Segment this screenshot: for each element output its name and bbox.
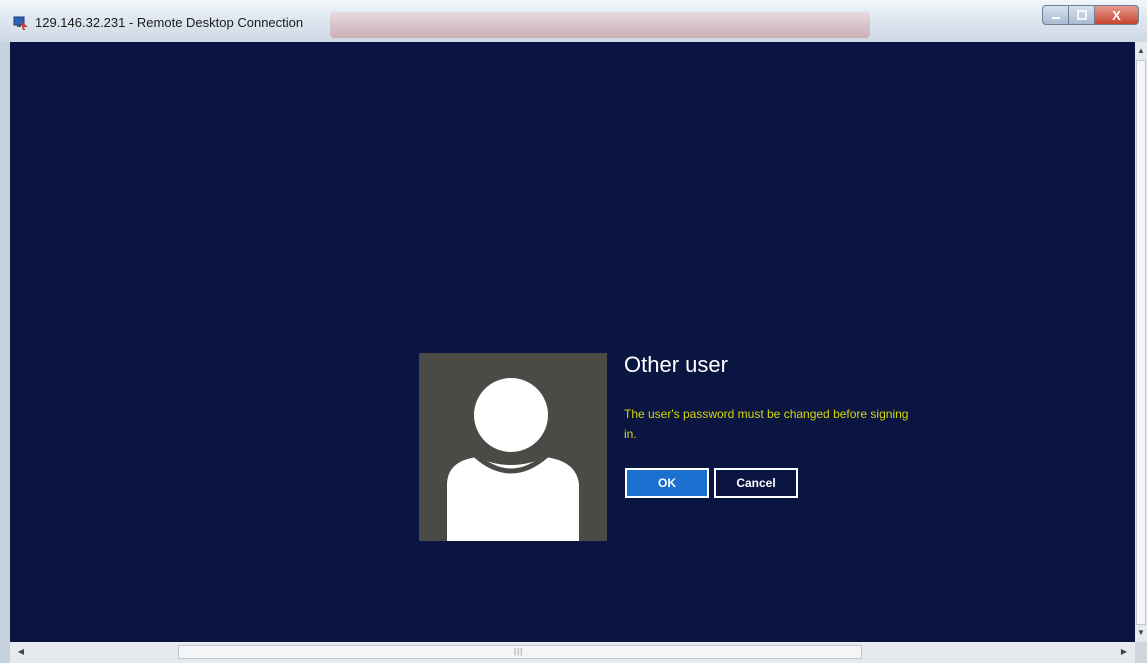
maximize-button[interactable] (1069, 5, 1095, 25)
minimize-button[interactable] (1042, 5, 1069, 25)
remote-desktop-icon (13, 15, 29, 31)
cancel-button[interactable]: Cancel (714, 468, 798, 498)
close-button[interactable]: X (1095, 5, 1139, 25)
user-silhouette-icon (447, 378, 579, 541)
title-bar: 129.146.32.231 - Remote Desktop Connecti… (0, 0, 1147, 42)
horizontal-scrollbar[interactable]: ◀ ||| ▶ (10, 642, 1135, 663)
maximize-icon (1076, 10, 1087, 20)
user-name-heading: Other user (624, 352, 728, 377)
password-change-message: The user's password must be changed befo… (624, 407, 909, 441)
window-frame-left (0, 42, 10, 663)
window-title: 129.146.32.231 - Remote Desktop Connecti… (35, 15, 304, 30)
scroll-right-arrow-icon[interactable]: ▶ (1117, 645, 1131, 659)
scroll-left-arrow-icon[interactable]: ◀ (14, 645, 28, 659)
minimize-icon (1051, 17, 1060, 19)
close-icon: X (1112, 7, 1121, 23)
vertical-scroll-thumb[interactable] (1136, 60, 1146, 625)
vertical-scrollbar[interactable]: ▲ ▼ (1135, 42, 1147, 642)
remote-desktop-viewport[interactable] (10, 42, 1135, 642)
ok-button[interactable]: OK (625, 468, 709, 498)
scroll-up-arrow-icon[interactable]: ▲ (1135, 44, 1147, 58)
window-controls: X (1042, 5, 1139, 27)
scroll-grip-icon: ||| (514, 647, 524, 656)
user-avatar-tile (419, 353, 607, 541)
horizontal-scroll-thumb[interactable]: ||| (178, 645, 862, 659)
scroll-down-arrow-icon[interactable]: ▼ (1135, 626, 1147, 640)
